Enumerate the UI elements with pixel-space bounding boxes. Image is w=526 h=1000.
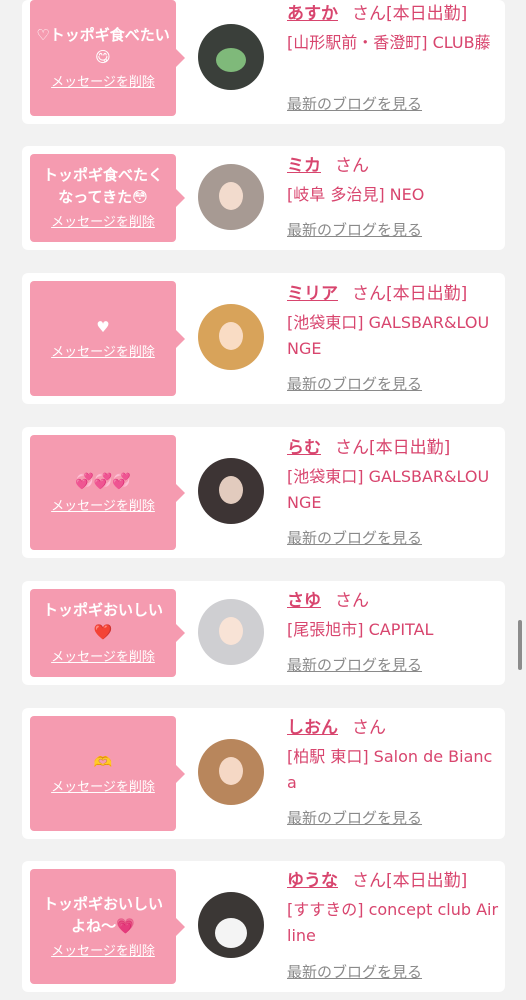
message-bubble: ♥ メッセージを削除 [30,281,185,396]
message-card: 🫶 メッセージを削除 しおん さん [柏駅 東口] Salon de Bianca… [22,708,505,839]
cast-name-link[interactable]: しおん [287,718,338,738]
avatar[interactable] [198,304,264,370]
status-badge: [本日出勤] [369,438,451,458]
profile-photo [219,476,243,504]
delete-message-link[interactable]: メッセージを削除 [51,498,155,516]
cast-info: ミリア さん[本日出勤] [池袋東口] GALSBAR&LOUNGE [287,282,499,362]
message-bubble: 💞💞💞 メッセージを削除 [30,435,185,550]
shop-name: [池袋東口] GALSBAR&LOUNGE [287,467,490,512]
message-card: トッポギおいしいよね〜💗 メッセージを削除 ゆうな さん[本日出勤] [すすきの]… [22,861,505,992]
cast-info: らむ さん[本日出勤] [池袋東口] GALSBAR&LOUNGE [287,436,499,516]
cast-name-link[interactable]: さゆ [287,591,321,611]
latest-blog-link[interactable]: 最新のブログを見る [287,655,422,675]
honorific: さん [352,718,386,738]
shop-name: [尾張旭市] CAPITAL [287,620,434,639]
cast-info: あすか さん[本日出勤] [山形駅前・香澄町] CLUB藤 [287,2,499,56]
message-card: ♡トッポギ食べたい😋 メッセージを削除 あすか さん[本日出勤] [山形駅前・香澄… [22,0,505,124]
message-bubble: トッポギ食べたくなってきた😳 メッセージを削除 [30,154,185,242]
cast-name-link[interactable]: ミリア [287,284,338,304]
honorific: さん [335,438,369,458]
shop-name: [岐阜 多治見] NEO [287,185,425,204]
status-badge: [本日出勤] [386,871,468,891]
message-text: 💞💞💞 [74,471,132,490]
message-text: トッポギ食べたくなってきた😳 [42,166,163,206]
latest-blog-link[interactable]: 最新のブログを見る [287,528,422,548]
status-badge: [本日出勤] [386,284,468,304]
cast-info: さゆ さん [尾張旭市] CAPITAL [287,589,499,643]
shop-name: [池袋東口] GALSBAR&LOUNGE [287,313,490,358]
delete-message-link[interactable]: メッセージを削除 [51,779,155,797]
shop-name: [すすきの] concept club Airline [287,900,499,945]
shop-name: [山形駅前・香澄町] CLUB藤 [287,33,491,52]
honorific: さん [335,591,369,611]
profile-photo [219,757,243,785]
delete-message-link[interactable]: メッセージを削除 [51,74,155,92]
message-card: トッポギおいしい❤️ メッセージを削除 さゆ さん [尾張旭市] CAPITAL … [22,581,505,685]
honorific: さん [335,156,369,176]
message-bubble: 🫶 メッセージを削除 [30,716,185,831]
message-text: トッポギおいしい❤️ [42,601,163,641]
cast-name-link[interactable]: ミカ [287,156,321,176]
status-badge: [本日出勤] [386,4,468,24]
message-text: ♡トッポギ食べたい😋 [36,26,170,66]
honorific: さん [352,284,386,304]
delete-message-link[interactable]: メッセージを削除 [51,344,155,362]
message-text: 🫶 [93,752,113,771]
latest-blog-link[interactable]: 最新のブログを見る [287,220,422,240]
message-bubble: トッポギおいしい❤️ メッセージを削除 [30,589,185,677]
cast-info: ミカ さん [岐阜 多治見] NEO [287,154,499,208]
latest-blog-link[interactable]: 最新のブログを見る [287,808,422,828]
honorific: さん [352,4,386,24]
latest-blog-link[interactable]: 最新のブログを見る [287,374,422,394]
frog-mask-icon [216,48,246,72]
avatar[interactable] [198,164,264,230]
message-bubble: ♡トッポギ食べたい😋 メッセージを削除 [30,0,185,116]
avatar[interactable] [198,739,264,805]
avatar[interactable] [198,458,264,524]
scrollbar[interactable] [518,620,522,670]
bunny-emoji-icon [215,918,247,948]
delete-message-link[interactable]: メッセージを削除 [51,649,155,667]
cast-name-link[interactable]: ゆうな [287,871,338,891]
message-text: ♥ [96,317,110,336]
cast-info: ゆうな さん[本日出勤] [すすきの] concept club Airline [287,869,499,949]
shop-name: [柏駅 東口] Salon de Bianca [287,747,493,792]
honorific: さん [352,871,386,891]
message-card: 💞💞💞 メッセージを削除 らむ さん[本日出勤] [池袋東口] GALSBAR&L… [22,427,505,558]
avatar[interactable] [198,24,264,90]
profile-photo [219,617,243,645]
latest-blog-link[interactable]: 最新のブログを見る [287,962,422,982]
message-bubble: トッポギおいしいよね〜💗 メッセージを削除 [30,869,185,984]
message-feed: ♡トッポギ食べたい😋 メッセージを削除 あすか さん[本日出勤] [山形駅前・香澄… [0,0,526,1000]
avatar[interactable] [198,892,264,958]
message-text: トッポギおいしいよね〜💗 [42,894,163,935]
delete-message-link[interactable]: メッセージを削除 [51,943,155,961]
profile-photo [219,322,243,350]
cast-info: しおん さん [柏駅 東口] Salon de Bianca [287,716,499,796]
cast-name-link[interactable]: あすか [287,4,338,24]
avatar[interactable] [198,599,264,665]
latest-blog-link[interactable]: 最新のブログを見る [287,94,422,114]
message-card: ♥ メッセージを削除 ミリア さん[本日出勤] [池袋東口] GALSBAR&LO… [22,273,505,404]
message-card: トッポギ食べたくなってきた😳 メッセージを削除 ミカ さん [岐阜 多治見] NE… [22,146,505,250]
profile-photo [219,182,243,210]
cast-name-link[interactable]: らむ [287,438,321,458]
delete-message-link[interactable]: メッセージを削除 [51,214,155,232]
